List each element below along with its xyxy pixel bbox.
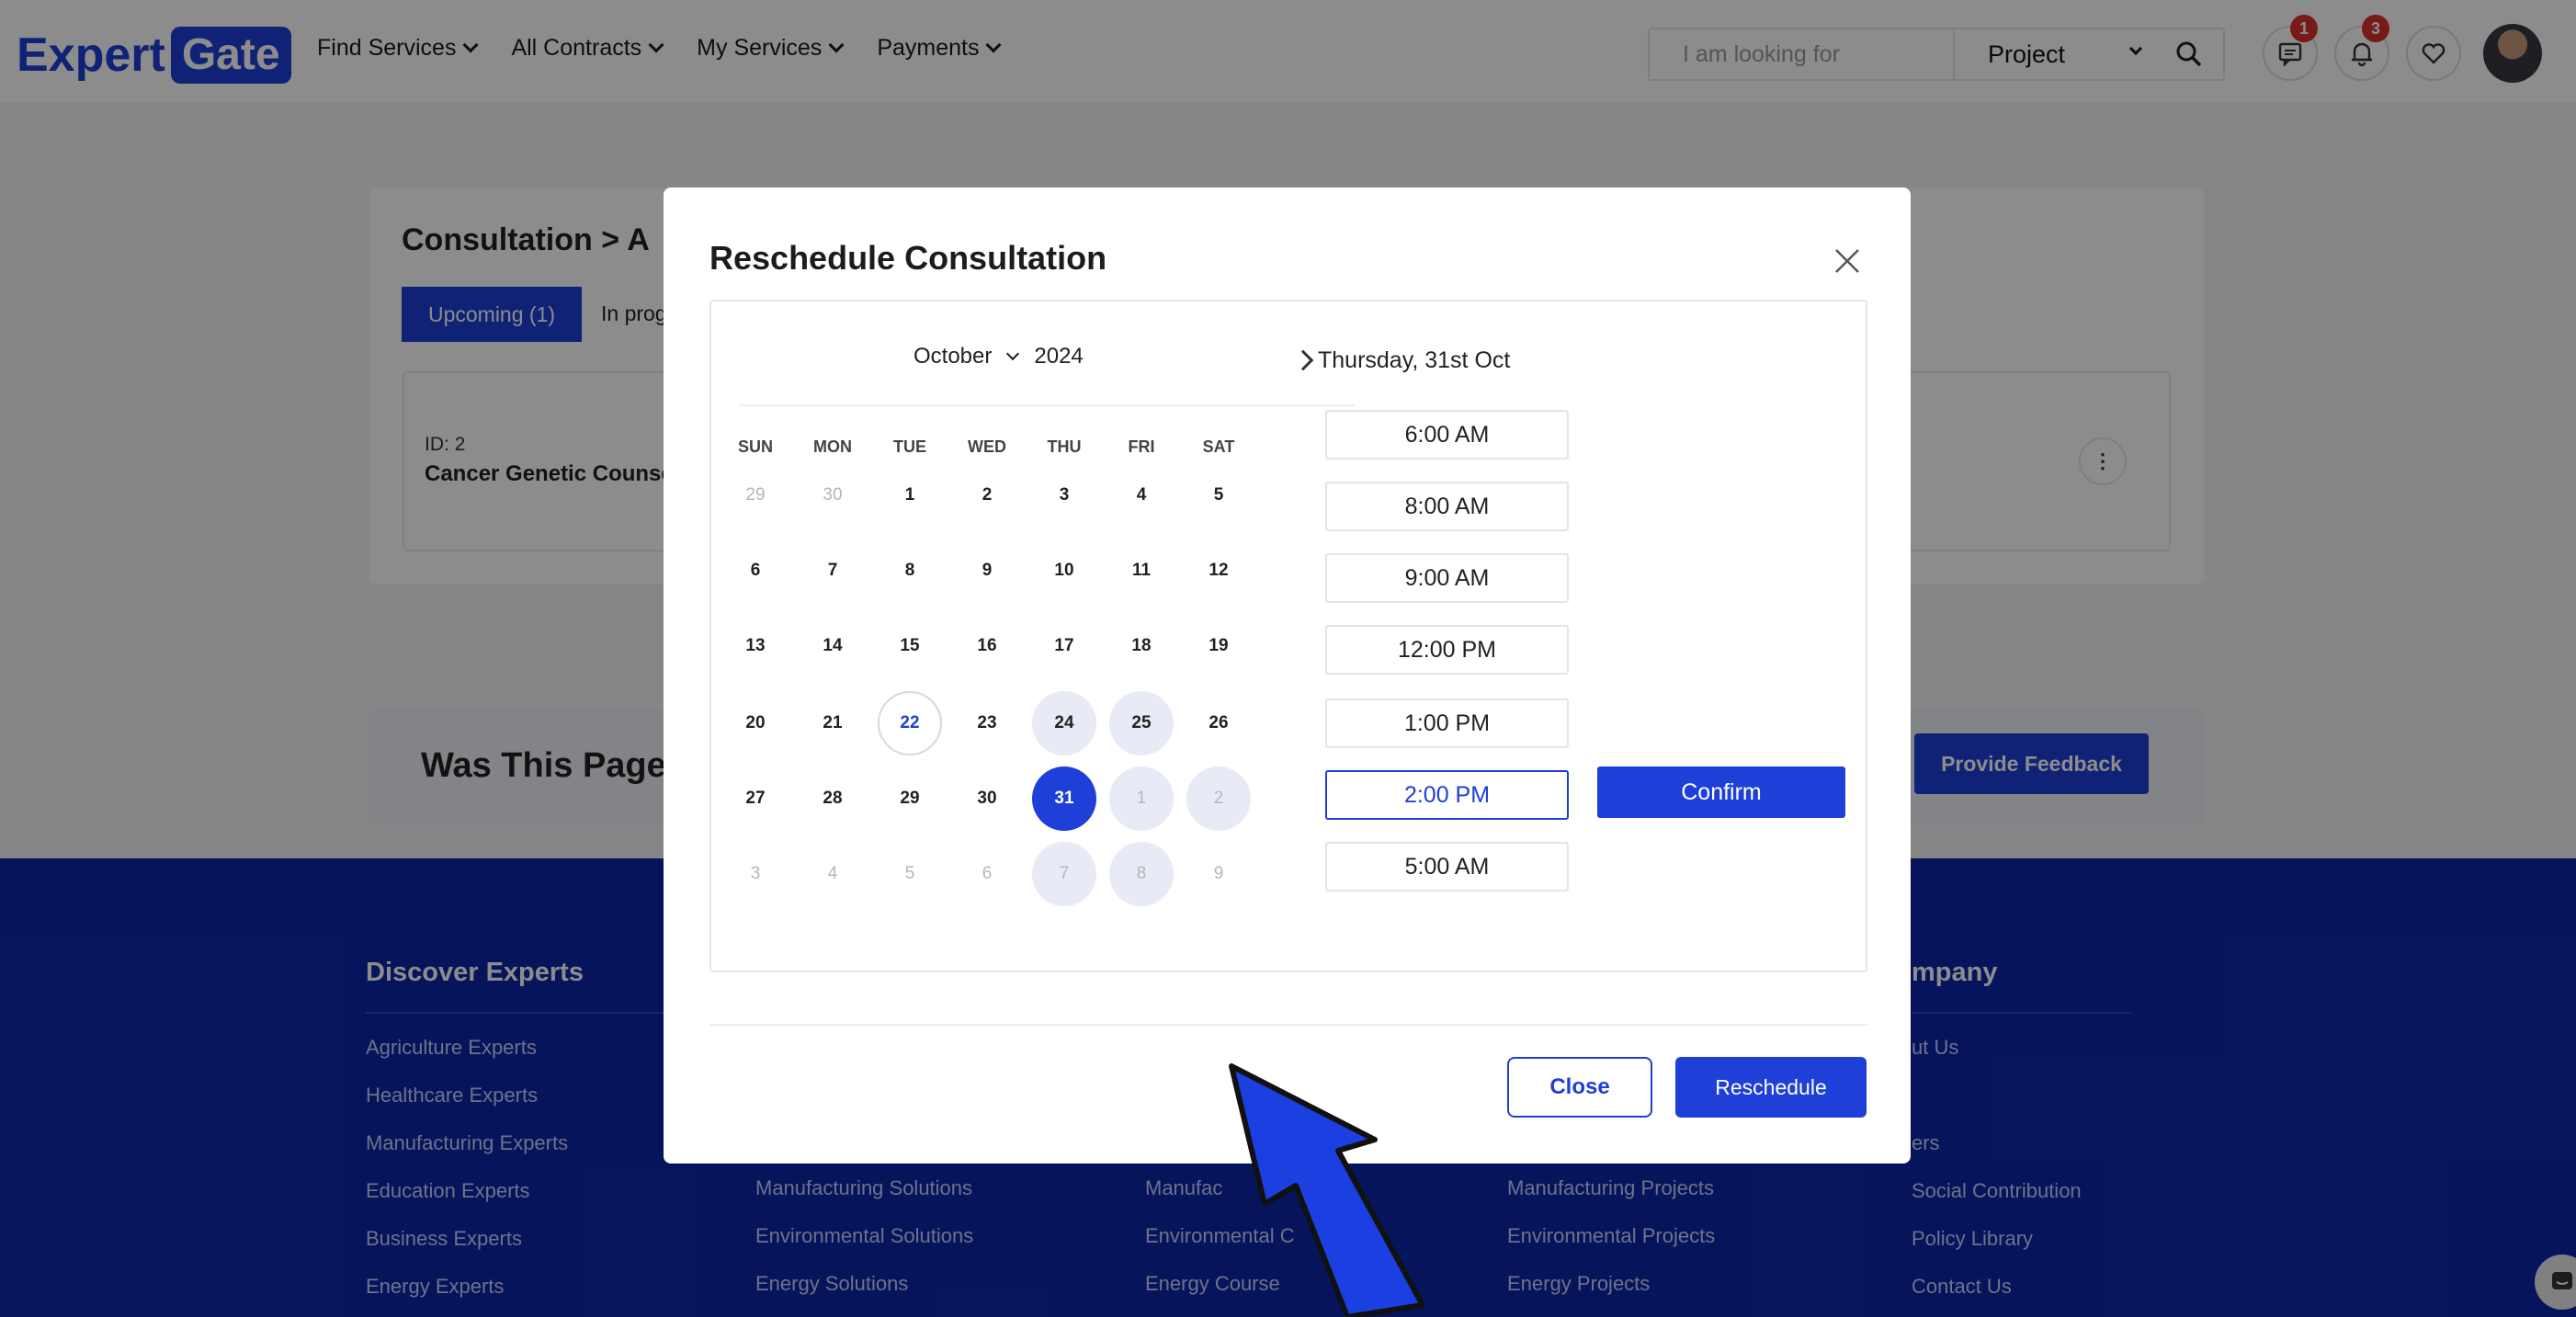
close-button[interactable]: Close [1507,1057,1652,1118]
weekday-label: TUE [893,437,926,456]
weekday-label: SAT [1202,437,1235,456]
calendar-day: 2 [1186,766,1251,831]
confirm-button[interactable]: Confirm [1597,766,1845,818]
calendar-day[interactable]: 12 [1186,539,1251,603]
time-slot[interactable]: 6:00 AM [1325,410,1569,460]
next-month-icon[interactable] [1292,349,1314,371]
calendar-day[interactable]: 24 [1032,691,1096,755]
weekday-label: FRI [1128,437,1155,456]
calendar-day: 7 [1032,842,1096,906]
calendar-day[interactable]: 21 [800,691,865,755]
calendar-day[interactable]: 9 [955,539,1019,603]
dialog-footer-divider [709,1024,1867,1026]
time-slot[interactable]: 8:00 AM [1325,482,1569,531]
calendar-day[interactable]: 17 [1032,614,1096,678]
calendar-day[interactable]: 4 [1109,463,1174,528]
calendar-day[interactable]: 11 [1109,539,1174,603]
calendar-day[interactable]: 7 [800,539,865,603]
calendar-day[interactable]: 5 [1186,463,1251,528]
calendar-day: 4 [827,864,838,883]
calendar-day[interactable]: 6 [723,539,788,603]
calendar-day: 29 [745,485,766,505]
calendar-day-selected[interactable]: 31 [1032,766,1096,831]
calendar-day[interactable]: 28 [800,766,865,831]
calendar-day: 30 [823,485,843,505]
calendar-day: 1 [1109,766,1174,831]
calendar-day[interactable]: 14 [800,614,865,678]
weekday-label: MON [813,437,852,456]
year-label: 2024 [1034,344,1084,369]
month-year-selector[interactable]: October 2024 [914,344,1084,369]
calendar-day: 5 [904,864,915,883]
weekday-label: SUN [737,437,773,456]
calendar-day[interactable]: 3 [1032,463,1096,528]
weekday-label: WED [968,437,1006,456]
time-slot[interactable]: 9:00 AM [1325,553,1569,603]
time-slot[interactable]: 12:00 PM [1325,625,1569,675]
calendar-day[interactable]: 16 [955,614,1019,678]
calendar-day-today[interactable]: 22 [878,691,942,755]
reschedule-button[interactable]: Reschedule [1675,1057,1867,1118]
calendar-day[interactable]: 29 [878,766,942,831]
calendar-day[interactable]: 27 [723,766,788,831]
calendar-day[interactable]: 18 [1109,614,1174,678]
calendar-day: 9 [1213,864,1224,883]
dialog-body: October 2024 SUN MON TUE WED THU FRI SAT 29 30 1… [709,300,1867,972]
calendar-day: 8 [1109,842,1174,906]
calendar-day[interactable]: 8 [878,539,942,603]
chevron-down-icon [1006,346,1020,361]
calendar-divider [739,404,1355,406]
weekday-label: THU [1047,437,1082,456]
calendar-day[interactable]: 2 [955,463,1019,528]
month-label: October [914,344,993,369]
time-slot[interactable]: 5:00 AM [1325,842,1569,891]
close-icon[interactable] [1827,241,1867,281]
calendar-day[interactable]: 13 [723,614,788,678]
calendar-day[interactable]: 30 [955,766,1019,831]
calendar-day[interactable]: 23 [955,691,1019,755]
calendar-day: 6 [982,864,993,883]
calendar-day[interactable]: 10 [1032,539,1096,603]
calendar-day[interactable]: 19 [1186,614,1251,678]
calendar-day[interactable]: 1 [878,463,942,528]
calendar-day[interactable]: 25 [1109,691,1174,755]
calendar-day: 3 [750,864,761,883]
time-slot-selected[interactable]: 2:00 PM [1325,770,1569,820]
time-slot[interactable]: 1:00 PM [1325,698,1569,748]
calendar-day[interactable]: 26 [1186,691,1251,755]
calendar-day[interactable]: 15 [878,614,942,678]
selected-date-label: Thursday, 31st Oct [1318,347,1511,373]
dialog-title: Reschedule Consultation [709,239,1107,277]
calendar-day[interactable]: 20 [723,691,788,755]
reschedule-dialog: Reschedule Consultation October 2024 SUN… [664,187,1911,1164]
